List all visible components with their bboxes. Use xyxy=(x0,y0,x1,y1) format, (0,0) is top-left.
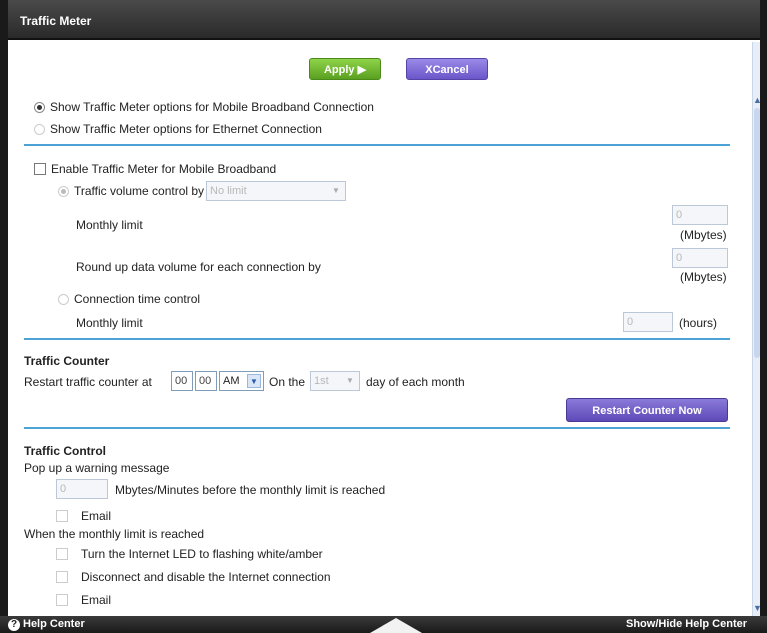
restart-counter-label: Restart traffic counter at xyxy=(24,375,152,389)
chevron-down-icon: ▼ xyxy=(346,376,354,385)
help-footer: ? Help Center Show/Hide Help Center xyxy=(0,616,767,633)
volume-control-select[interactable]: No limit ▼ xyxy=(206,181,346,201)
warning-threshold-input[interactable]: 0 xyxy=(56,479,108,499)
restart-counter-button[interactable]: Restart Counter Now xyxy=(566,398,728,422)
scroll-thumb[interactable] xyxy=(754,108,760,358)
on-the-label: On the xyxy=(269,375,306,389)
question-icon: ? xyxy=(8,619,20,631)
chevron-down-icon: ▼ xyxy=(332,186,340,195)
volume-control-label: Traffic volume control by xyxy=(74,184,205,198)
help-center-label: Help Center xyxy=(23,618,85,630)
page-title: Traffic Meter xyxy=(20,14,92,28)
time-limit-label: Monthly limit xyxy=(76,316,143,330)
enable-meter-checkbox[interactable] xyxy=(34,163,46,175)
title-bar: Traffic Meter xyxy=(8,0,760,40)
day-suffix-label: day of each month xyxy=(366,375,465,389)
section-divider xyxy=(24,338,730,340)
roundup-unit: (Mbytes) xyxy=(680,270,727,284)
mobile-option-label: Show Traffic Meter options for Mobile Br… xyxy=(50,100,374,114)
ampm-select-value: AM xyxy=(223,375,240,387)
volume-control-row[interactable]: Traffic volume control by xyxy=(58,184,204,198)
enable-meter-label: Enable Traffic Meter for Mobile Broadban… xyxy=(51,162,277,176)
day-select[interactable]: 1st ▼ xyxy=(310,371,360,391)
roundup-input[interactable]: 0 xyxy=(672,248,728,268)
disconnect-option-checkbox[interactable] xyxy=(56,571,68,583)
help-toggle-notch-icon[interactable] xyxy=(370,618,422,633)
section-divider xyxy=(24,427,730,429)
volume-control-select-value: No limit xyxy=(210,185,247,197)
led-option-row[interactable]: Turn the Internet LED to flashing white/… xyxy=(56,547,323,561)
vertical-scrollbar[interactable]: ▲ ▼ xyxy=(752,42,762,616)
window-frame-left xyxy=(0,0,8,633)
monthly-limit-unit: (Mbytes) xyxy=(680,228,727,242)
time-control-label: Connection time control xyxy=(74,292,201,306)
limit-email-label: Email xyxy=(81,593,112,607)
led-option-label: Turn the Internet LED to flashing white/… xyxy=(81,547,323,561)
disconnect-option-row[interactable]: Disconnect and disable the Internet conn… xyxy=(56,570,331,584)
time-limit-unit: (hours) xyxy=(679,316,718,330)
warning-threshold-suffix: Mbytes/Minutes before the monthly limit … xyxy=(115,483,386,497)
mobile-option-row[interactable]: Show Traffic Meter options for Mobile Br… xyxy=(34,100,374,114)
warning-email-label: Email xyxy=(81,509,112,523)
popup-warning-label: Pop up a warning message xyxy=(24,461,170,475)
ethernet-option-radio[interactable] xyxy=(34,124,45,135)
time-limit-input[interactable]: 0 xyxy=(623,312,673,332)
limit-email-row[interactable]: Email xyxy=(56,593,111,607)
help-center-link[interactable]: ? Help Center xyxy=(8,618,85,631)
cancel-button[interactable]: XCancel xyxy=(406,58,488,80)
ampm-select[interactable]: AM ▼ xyxy=(219,371,264,391)
main-content: Apply ▶ XCancel Show Traffic Meter optio… xyxy=(8,42,752,616)
monthly-limit-input[interactable]: 0 xyxy=(672,205,728,225)
scroll-up-icon[interactable]: ▲ xyxy=(753,94,762,106)
time-control-row[interactable]: Connection time control xyxy=(58,292,200,306)
warning-email-row[interactable]: Email xyxy=(56,509,111,523)
traffic-control-heading: Traffic Control xyxy=(24,444,107,458)
time-control-radio[interactable] xyxy=(58,294,69,305)
ethernet-option-label: Show Traffic Meter options for Ethernet … xyxy=(50,122,322,136)
led-option-checkbox[interactable] xyxy=(56,548,68,560)
warning-email-checkbox[interactable] xyxy=(56,510,68,522)
mobile-option-radio[interactable] xyxy=(34,102,45,113)
volume-control-radio[interactable] xyxy=(58,186,69,197)
ethernet-option-row[interactable]: Show Traffic Meter options for Ethernet … xyxy=(34,122,322,136)
section-divider xyxy=(24,144,730,146)
monthly-limit-label: Monthly limit xyxy=(76,218,143,232)
limit-reached-label: When the monthly limit is reached xyxy=(24,527,205,541)
limit-email-checkbox[interactable] xyxy=(56,594,68,606)
roundup-label: Round up data volume for each connection… xyxy=(76,260,321,274)
enable-meter-row[interactable]: Enable Traffic Meter for Mobile Broadban… xyxy=(34,162,276,176)
minute-input[interactable]: 00 xyxy=(195,371,217,391)
disconnect-option-label: Disconnect and disable the Internet conn… xyxy=(81,570,331,584)
show-hide-help-link[interactable]: Show/Hide Help Center xyxy=(626,618,747,630)
hour-input[interactable]: 00 xyxy=(171,371,193,391)
scroll-down-icon[interactable]: ▼ xyxy=(753,602,762,614)
traffic-counter-heading: Traffic Counter xyxy=(24,354,110,368)
apply-button[interactable]: Apply ▶ xyxy=(309,58,381,80)
chevron-down-icon: ▼ xyxy=(247,374,261,388)
day-select-value: 1st xyxy=(314,375,329,387)
